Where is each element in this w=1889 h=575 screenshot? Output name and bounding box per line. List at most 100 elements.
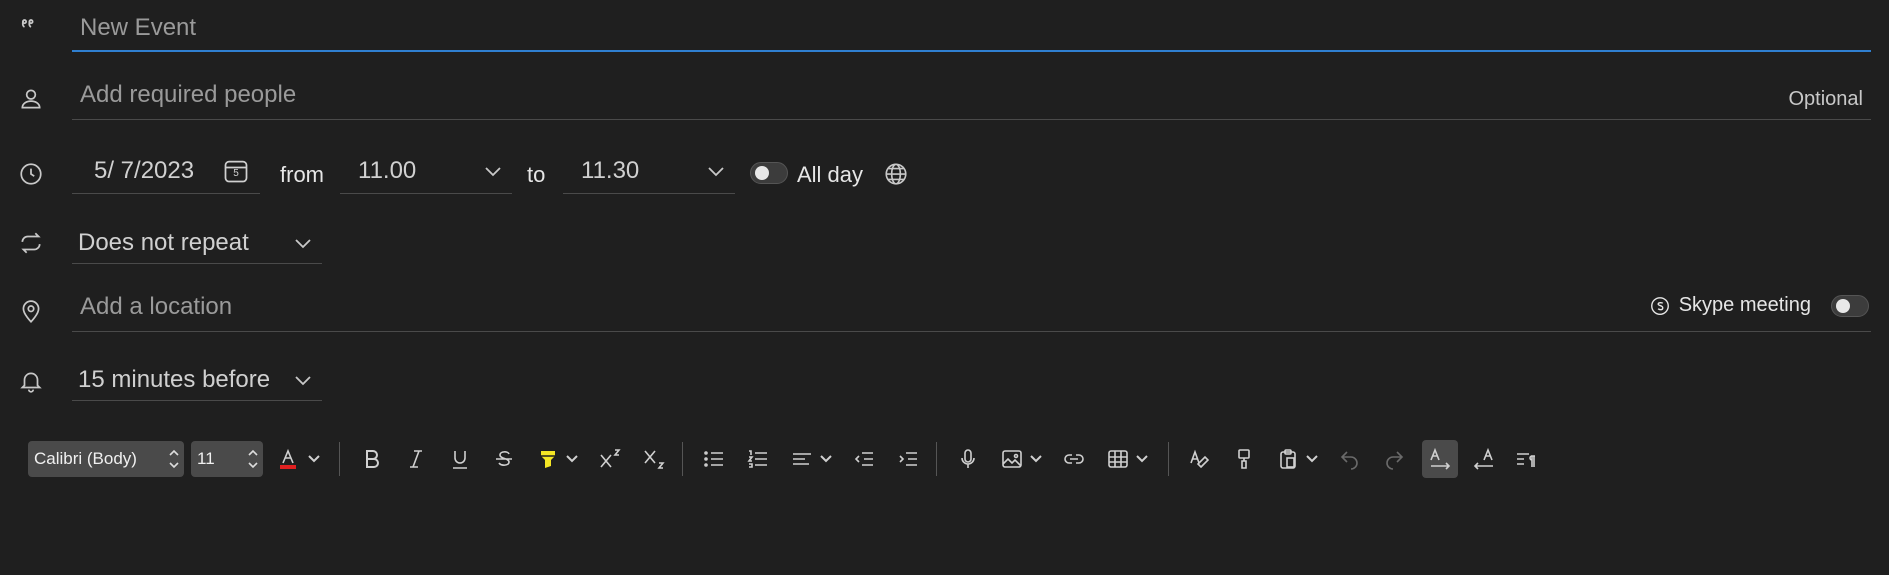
insert-link-button[interactable] — [1058, 440, 1090, 478]
redo-icon — [1386, 451, 1404, 470]
image-icon — [1002, 450, 1022, 468]
subscript-icon — [644, 450, 665, 469]
globe-icon[interactable] — [881, 159, 911, 189]
highlight-button[interactable] — [532, 440, 564, 478]
increase-indent-icon — [899, 452, 917, 466]
chevron-down-icon — [1306, 455, 1318, 463]
undo-button[interactable] — [1334, 440, 1366, 478]
bold-button[interactable] — [356, 440, 388, 478]
all-day-toggle[interactable] — [750, 162, 788, 184]
spinner-icon — [169, 449, 179, 469]
end-time-value: 11.30 — [581, 156, 640, 184]
table-icon — [1108, 450, 1128, 468]
paste-button[interactable] — [1272, 440, 1304, 478]
chevron-down-icon — [295, 238, 311, 248]
reminder-value: 15 minutes before — [78, 365, 271, 393]
formatting-toolbar: Calibri (Body) 11 — [28, 440, 1548, 478]
italic-button[interactable] — [400, 440, 432, 478]
repeat-value: Does not repeat — [78, 228, 249, 256]
event-title-input[interactable] — [72, 14, 1871, 42]
bold-icon — [366, 450, 379, 468]
quote-icon — [16, 12, 46, 42]
strikethrough-button[interactable] — [488, 440, 520, 478]
strikethrough-icon — [496, 451, 512, 466]
required-people-input[interactable] — [72, 80, 1871, 109]
chevron-down-icon — [566, 455, 578, 463]
to-label: to — [527, 162, 546, 187]
toolbar-divider — [339, 442, 340, 476]
font-name-select[interactable]: Calibri (Body) — [28, 441, 184, 477]
left-to-right-button[interactable] — [1422, 440, 1458, 478]
subscript-button[interactable] — [638, 440, 670, 478]
dictate-icon — [961, 449, 975, 468]
chevron-down-icon — [295, 375, 311, 385]
align-button[interactable] — [786, 440, 818, 478]
paragraph-marks-icon — [1517, 453, 1535, 467]
font-color-button[interactable] — [274, 440, 302, 478]
skype-icon — [1650, 296, 1669, 315]
increase-indent-button[interactable] — [892, 440, 924, 478]
toolbar-divider — [936, 442, 937, 476]
bullets-icon — [704, 451, 723, 467]
font-name-value: Calibri (Body) — [34, 449, 137, 468]
location-pin-icon — [16, 297, 46, 327]
format-painter-button[interactable] — [1228, 440, 1260, 478]
insert-table-button[interactable] — [1102, 440, 1134, 478]
numbering-icon — [747, 450, 767, 468]
dictate-button[interactable] — [952, 440, 984, 478]
end-time-dropdown[interactable]: 11.30 — [563, 148, 735, 194]
ltr-icon — [1430, 447, 1451, 470]
person-icon — [16, 84, 46, 114]
paste-icon — [1280, 449, 1296, 469]
start-date-picker[interactable]: 5/ 7/2023 5 — [72, 148, 260, 194]
decrease-indent-button[interactable] — [848, 440, 880, 478]
chevron-down-icon — [820, 455, 832, 463]
align-dropdown[interactable] — [818, 440, 834, 478]
calendar-icon[interactable]: 5 — [222, 157, 250, 185]
chevron-down-icon — [1136, 455, 1148, 463]
superscript-icon — [600, 449, 621, 468]
clock-icon — [16, 159, 46, 189]
insert-image-dropdown[interactable] — [1028, 440, 1044, 478]
required-people-field[interactable]: Optional — [72, 70, 1871, 120]
reminder-dropdown[interactable]: 15 minutes before — [72, 359, 322, 401]
start-time-dropdown[interactable]: 11.00 — [340, 148, 512, 194]
superscript-button[interactable] — [594, 440, 626, 478]
chevron-down-icon — [308, 455, 320, 463]
calendar-day: 5 — [233, 167, 239, 179]
font-size-select[interactable]: 11 — [191, 441, 263, 477]
highlight-dropdown[interactable] — [564, 440, 580, 478]
location-input[interactable] — [72, 292, 1332, 321]
numbering-button[interactable] — [742, 440, 774, 478]
font-color-icon — [280, 448, 296, 469]
optional-people-link[interactable]: Optional — [1789, 88, 1864, 111]
event-title-field[interactable] — [72, 6, 1871, 52]
align-icon — [793, 453, 811, 465]
redo-button[interactable] — [1378, 440, 1410, 478]
highlight-icon — [541, 451, 555, 468]
start-date-value: 5/ 7/2023 — [94, 156, 195, 184]
chevron-down-icon — [1030, 455, 1042, 463]
paste-dropdown[interactable] — [1304, 440, 1320, 478]
paragraph-marks-button[interactable] — [1510, 440, 1542, 478]
rtl-icon — [1473, 447, 1493, 470]
font-size-value: 11 — [197, 449, 215, 468]
underline-button[interactable] — [444, 440, 476, 478]
font-color-dropdown[interactable] — [306, 440, 322, 478]
right-to-left-button[interactable] — [1466, 440, 1502, 478]
start-time-value: 11.00 — [358, 156, 417, 184]
skype-meeting-toggle[interactable] — [1831, 295, 1869, 317]
insert-image-button[interactable] — [996, 440, 1028, 478]
insert-table-dropdown[interactable] — [1134, 440, 1150, 478]
link-icon — [1064, 454, 1084, 464]
undo-icon — [1340, 451, 1358, 470]
from-label: from — [280, 162, 324, 187]
location-field[interactable]: Skype meeting — [72, 282, 1871, 332]
repeat-dropdown[interactable]: Does not repeat — [72, 222, 322, 264]
bullets-button[interactable] — [698, 440, 730, 478]
skype-meeting-label: Skype meeting — [1678, 294, 1811, 316]
repeat-icon — [16, 228, 46, 258]
spinner-icon — [248, 449, 258, 469]
all-day-label: All day — [797, 162, 864, 187]
clear-formatting-button[interactable] — [1184, 440, 1216, 478]
